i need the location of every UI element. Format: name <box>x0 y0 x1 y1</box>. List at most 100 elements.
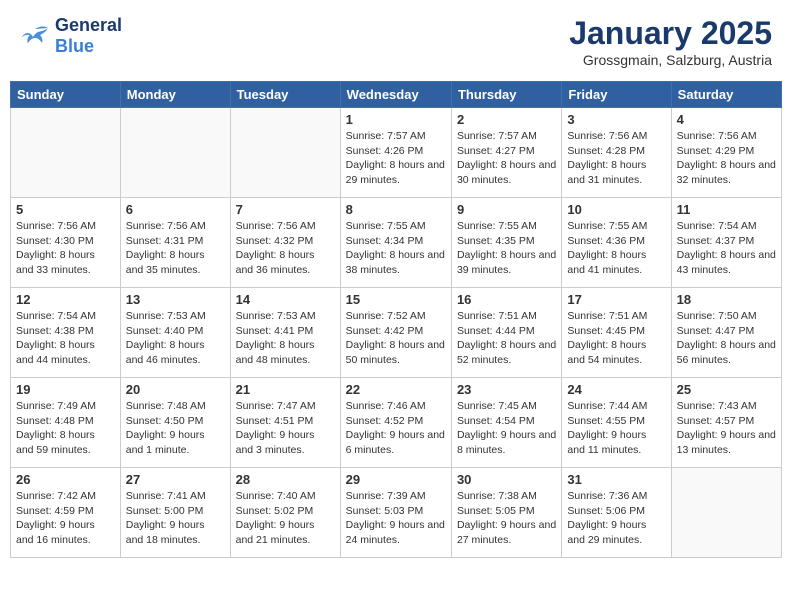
calendar-header-saturday: Saturday <box>671 82 781 108</box>
calendar-cell: 15 Sunrise: 7:52 AM Sunset: 4:42 PM Dayli… <box>340 288 451 378</box>
day-number: 13 <box>126 292 225 307</box>
calendar-cell: 12 Sunrise: 7:54 AM Sunset: 4:38 PM Dayli… <box>11 288 121 378</box>
calendar-cell: 7 Sunrise: 7:56 AM Sunset: 4:32 PM Daylig… <box>230 198 340 288</box>
title-block: January 2025 Grossgmain, Salzburg, Austr… <box>569 15 772 68</box>
calendar-cell: 19 Sunrise: 7:49 AM Sunset: 4:48 PM Dayli… <box>11 378 121 468</box>
calendar-cell: 29Sunrise: 7:39 AM Sunset: 5:03 PM Dayli… <box>340 468 451 558</box>
calendar-header-tuesday: Tuesday <box>230 82 340 108</box>
day-number: 8 <box>346 202 446 217</box>
day-info: Sunrise: 7:42 AM Sunset: 4:59 PM Dayligh… <box>16 489 115 548</box>
calendar-header-wednesday: Wednesday <box>340 82 451 108</box>
day-number: 31 <box>567 472 665 487</box>
day-info: Sunrise: 7:41 AM Sunset: 5:00 PM Dayligh… <box>126 489 225 548</box>
day-number: 21 <box>236 382 335 397</box>
day-number: 19 <box>16 382 115 397</box>
day-info: Sunrise: 7:49 AM Sunset: 4:48 PM Dayligh… <box>16 399 115 458</box>
month-title: January 2025 <box>569 15 772 52</box>
day-number: 17 <box>567 292 665 307</box>
day-info: Sunrise: 7:51 AM Sunset: 4:44 PM Dayligh… <box>457 309 556 368</box>
day-info: Sunrise: 7:46 AM Sunset: 4:52 PM Dayligh… <box>346 399 446 458</box>
calendar-cell: 20 Sunrise: 7:48 AM Sunset: 4:50 PM Dayli… <box>120 378 230 468</box>
day-info: Sunrise: 7:53 AM Sunset: 4:40 PM Dayligh… <box>126 309 225 368</box>
day-number: 3 <box>567 112 665 127</box>
day-number: 2 <box>457 112 556 127</box>
calendar-cell: 23 Sunrise: 7:45 AM Sunset: 4:54 PM Dayli… <box>451 378 561 468</box>
day-number: 5 <box>16 202 115 217</box>
day-number: 15 <box>346 292 446 307</box>
calendar-header-monday: Monday <box>120 82 230 108</box>
day-info: Sunrise: 7:55 AM Sunset: 4:36 PM Dayligh… <box>567 219 665 278</box>
day-number: 4 <box>677 112 776 127</box>
day-info: Sunrise: 7:57 AM Sunset: 4:27 PM Dayligh… <box>457 129 556 188</box>
calendar-cell <box>671 468 781 558</box>
day-info: Sunrise: 7:51 AM Sunset: 4:45 PM Dayligh… <box>567 309 665 368</box>
day-info: Sunrise: 7:50 AM Sunset: 4:47 PM Dayligh… <box>677 309 776 368</box>
week-row-2: 12 Sunrise: 7:54 AM Sunset: 4:38 PM Dayli… <box>11 288 782 378</box>
day-info: Sunrise: 7:57 AM Sunset: 4:26 PM Dayligh… <box>346 129 446 188</box>
calendar-cell: 10 Sunrise: 7:55 AM Sunset: 4:36 PM Dayli… <box>562 198 671 288</box>
day-info: Sunrise: 7:45 AM Sunset: 4:54 PM Dayligh… <box>457 399 556 458</box>
calendar-cell: 9 Sunrise: 7:55 AM Sunset: 4:35 PM Daylig… <box>451 198 561 288</box>
day-number: 28 <box>236 472 335 487</box>
calendar-cell <box>230 108 340 198</box>
calendar-cell: 4 Sunrise: 7:56 AM Sunset: 4:29 PM Daylig… <box>671 108 781 198</box>
day-number: 9 <box>457 202 556 217</box>
calendar-cell <box>11 108 121 198</box>
day-info: Sunrise: 7:43 AM Sunset: 4:57 PM Dayligh… <box>677 399 776 458</box>
day-number: 27 <box>126 472 225 487</box>
day-number: 11 <box>677 202 776 217</box>
calendar-cell: 11 Sunrise: 7:54 AM Sunset: 4:37 PM Dayli… <box>671 198 781 288</box>
day-info: Sunrise: 7:52 AM Sunset: 4:42 PM Dayligh… <box>346 309 446 368</box>
day-number: 18 <box>677 292 776 307</box>
calendar-cell: 18 Sunrise: 7:50 AM Sunset: 4:47 PM Dayli… <box>671 288 781 378</box>
logo-general-text: General <box>55 15 122 35</box>
day-number: 10 <box>567 202 665 217</box>
calendar-cell: 22Sunrise: 7:46 AM Sunset: 4:52 PM Dayli… <box>340 378 451 468</box>
calendar-table: SundayMondayTuesdayWednesdayThursdayFrid… <box>10 81 782 558</box>
week-row-1: 5Sunrise: 7:56 AM Sunset: 4:30 PM Daylig… <box>11 198 782 288</box>
calendar-cell: 27 Sunrise: 7:41 AM Sunset: 5:00 PM Dayli… <box>120 468 230 558</box>
day-info: Sunrise: 7:56 AM Sunset: 4:31 PM Dayligh… <box>126 219 225 278</box>
calendar-cell: 2 Sunrise: 7:57 AM Sunset: 4:27 PM Daylig… <box>451 108 561 198</box>
calendar-cell: 6 Sunrise: 7:56 AM Sunset: 4:31 PM Daylig… <box>120 198 230 288</box>
day-info: Sunrise: 7:36 AM Sunset: 5:06 PM Dayligh… <box>567 489 665 548</box>
calendar-cell: 30 Sunrise: 7:38 AM Sunset: 5:05 PM Dayli… <box>451 468 561 558</box>
calendar-cell: 1Sunrise: 7:57 AM Sunset: 4:26 PM Daylig… <box>340 108 451 198</box>
day-number: 24 <box>567 382 665 397</box>
calendar-cell: 8Sunrise: 7:55 AM Sunset: 4:34 PM Daylig… <box>340 198 451 288</box>
calendar-cell: 24 Sunrise: 7:44 AM Sunset: 4:55 PM Dayli… <box>562 378 671 468</box>
calendar-cell: 17 Sunrise: 7:51 AM Sunset: 4:45 PM Dayli… <box>562 288 671 378</box>
day-info: Sunrise: 7:44 AM Sunset: 4:55 PM Dayligh… <box>567 399 665 458</box>
calendar-cell: 13 Sunrise: 7:53 AM Sunset: 4:40 PM Dayli… <box>120 288 230 378</box>
calendar-header-friday: Friday <box>562 82 671 108</box>
day-info: Sunrise: 7:53 AM Sunset: 4:41 PM Dayligh… <box>236 309 335 368</box>
calendar-cell: 21Sunrise: 7:47 AM Sunset: 4:51 PM Dayli… <box>230 378 340 468</box>
day-info: Sunrise: 7:56 AM Sunset: 4:29 PM Dayligh… <box>677 129 776 188</box>
day-number: 12 <box>16 292 115 307</box>
calendar-cell: 14 Sunrise: 7:53 AM Sunset: 4:41 PM Dayli… <box>230 288 340 378</box>
calendar-cell <box>120 108 230 198</box>
day-number: 7 <box>236 202 335 217</box>
day-info: Sunrise: 7:38 AM Sunset: 5:05 PM Dayligh… <box>457 489 556 548</box>
day-info: Sunrise: 7:56 AM Sunset: 4:32 PM Dayligh… <box>236 219 335 278</box>
calendar-cell: 26 Sunrise: 7:42 AM Sunset: 4:59 PM Dayli… <box>11 468 121 558</box>
week-row-4: 26 Sunrise: 7:42 AM Sunset: 4:59 PM Dayli… <box>11 468 782 558</box>
day-number: 29 <box>346 472 446 487</box>
calendar-cell: 5Sunrise: 7:56 AM Sunset: 4:30 PM Daylig… <box>11 198 121 288</box>
calendar-cell: 25Sunrise: 7:43 AM Sunset: 4:57 PM Dayli… <box>671 378 781 468</box>
calendar-header-sunday: Sunday <box>11 82 121 108</box>
logo: General Blue <box>20 15 122 57</box>
day-number: 6 <box>126 202 225 217</box>
day-info: Sunrise: 7:56 AM Sunset: 4:28 PM Dayligh… <box>567 129 665 188</box>
day-info: Sunrise: 7:54 AM Sunset: 4:38 PM Dayligh… <box>16 309 115 368</box>
day-number: 23 <box>457 382 556 397</box>
day-info: Sunrise: 7:55 AM Sunset: 4:35 PM Dayligh… <box>457 219 556 278</box>
day-number: 26 <box>16 472 115 487</box>
day-info: Sunrise: 7:54 AM Sunset: 4:37 PM Dayligh… <box>677 219 776 278</box>
week-row-0: 1Sunrise: 7:57 AM Sunset: 4:26 PM Daylig… <box>11 108 782 198</box>
location-text: Grossgmain, Salzburg, Austria <box>569 52 772 68</box>
day-info: Sunrise: 7:48 AM Sunset: 4:50 PM Dayligh… <box>126 399 225 458</box>
day-number: 30 <box>457 472 556 487</box>
day-number: 14 <box>236 292 335 307</box>
day-number: 20 <box>126 382 225 397</box>
